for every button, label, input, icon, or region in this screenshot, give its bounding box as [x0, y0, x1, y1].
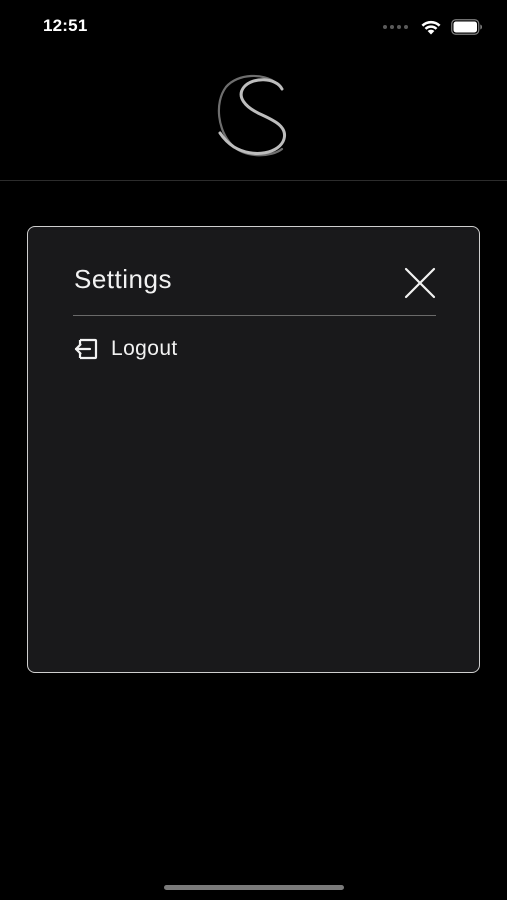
header-divider: [0, 180, 507, 181]
home-indicator[interactable]: [164, 885, 344, 890]
wifi-icon: [421, 20, 441, 35]
status-icons: [383, 17, 483, 37]
status-time: 12:51: [43, 16, 88, 35]
settings-modal: Settings Logout: [27, 226, 480, 673]
app-header: [0, 54, 507, 180]
close-button[interactable]: [400, 263, 440, 303]
menu-item-logout[interactable]: Logout: [72, 334, 178, 364]
status-bar: 12:51: [0, 0, 507, 54]
signal-dots-icon: [383, 25, 408, 29]
logout-label: Logout: [111, 337, 178, 360]
modal-title: Settings: [74, 264, 172, 294]
monogram-logo-icon: [217, 74, 287, 157]
modal-divider: [73, 315, 436, 316]
app-screen: 12:51 Settings Logout: [0, 0, 507, 900]
battery-icon: [451, 19, 482, 35]
close-icon: [404, 267, 436, 299]
logout-icon: [72, 335, 100, 363]
